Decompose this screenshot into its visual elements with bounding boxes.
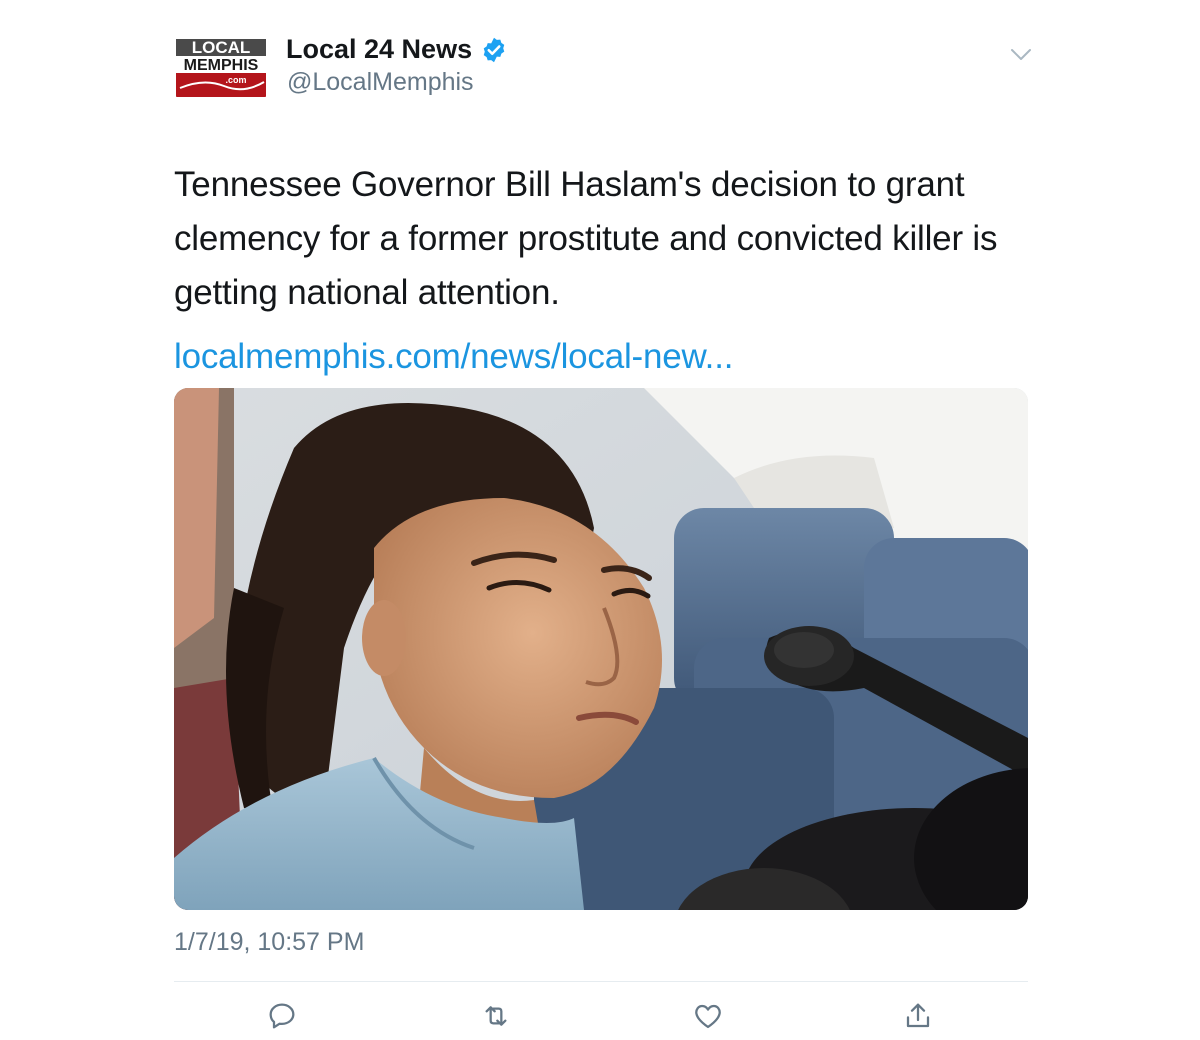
author-name-text[interactable]: Local 24 News (286, 34, 472, 65)
tweet: LOCAL MEMPHIS .com Local 24 News @LocalM… (0, 0, 1200, 1040)
author-avatar[interactable]: LOCAL MEMPHIS .com (174, 36, 268, 98)
tweet-text: Tennessee Governor Bill Haslam's decisio… (174, 165, 998, 312)
action-bar (174, 996, 1028, 1036)
verified-badge-icon (483, 37, 505, 62)
author-name[interactable]: Local 24 News (286, 34, 508, 65)
tweet-timestamp[interactable]: 1/7/19, 10:57 PM (174, 928, 364, 957)
divider (174, 981, 1028, 982)
share-icon (906, 1003, 930, 1028)
share-button[interactable] (898, 996, 938, 1036)
logo-text-bottom: .com (225, 75, 246, 85)
heart-icon (695, 1004, 721, 1029)
author-handle[interactable]: @LocalMemphis (287, 68, 474, 97)
reply-button[interactable] (262, 996, 302, 1036)
logo-text-top: LOCAL (192, 38, 251, 57)
retweet-button[interactable] (476, 996, 516, 1036)
photo-woman-at-microphone (174, 388, 1028, 910)
tweet-photo[interactable] (174, 388, 1028, 910)
retweet-icon (485, 1006, 507, 1026)
tweet-link[interactable]: localmemphis.com/news/local-new... (174, 330, 733, 384)
logo-text-mid: MEMPHIS (184, 57, 259, 74)
reply-icon (269, 1003, 295, 1029)
local-memphis-logo: LOCAL MEMPHIS .com (174, 36, 268, 98)
like-button[interactable] (688, 996, 728, 1036)
chevron-down-icon[interactable] (1008, 44, 1034, 64)
